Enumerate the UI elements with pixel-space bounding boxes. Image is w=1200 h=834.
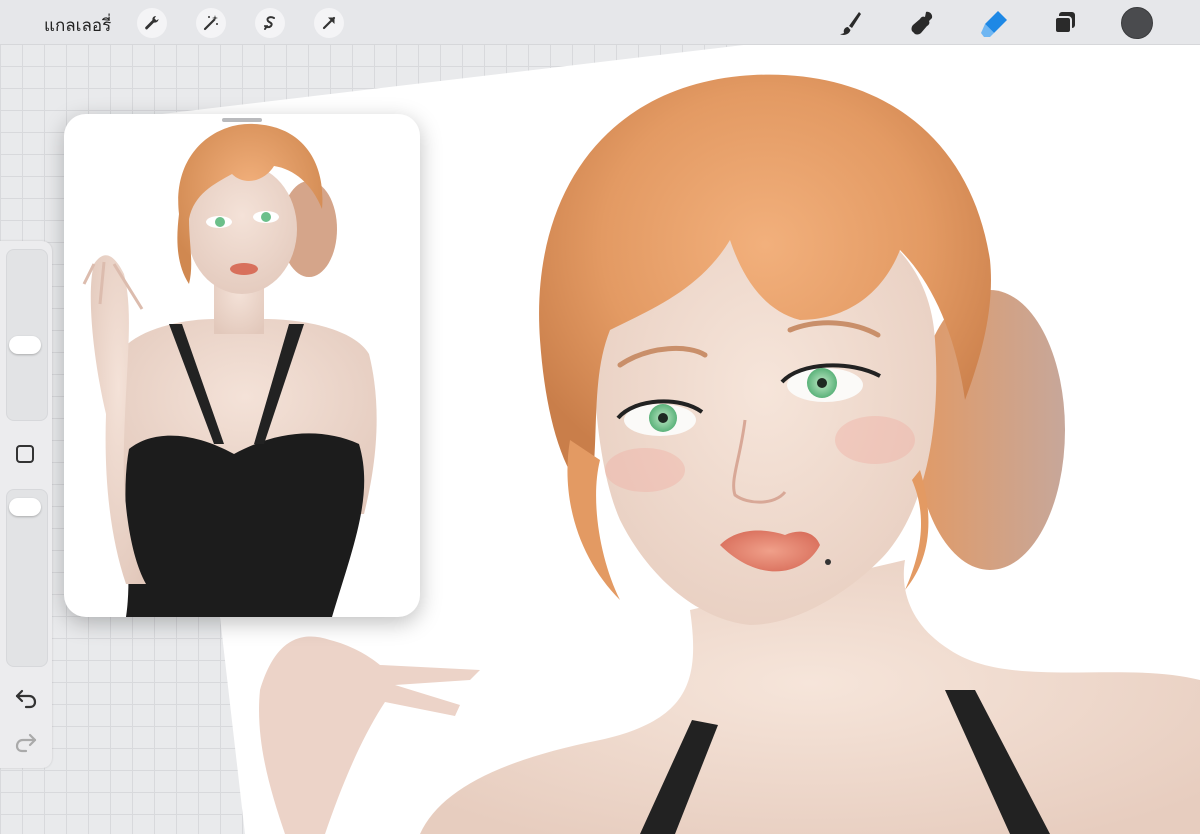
hair-bun <box>915 290 1065 570</box>
smudge-tool[interactable] <box>906 6 940 40</box>
cheek-blush-right <box>835 416 915 464</box>
reference-window[interactable] <box>64 114 420 617</box>
redo-icon[interactable] <box>14 731 38 753</box>
modify-square-icon[interactable] <box>16 445 34 463</box>
eraser-icon <box>981 11 1007 37</box>
layers-button[interactable] <box>1048 6 1082 40</box>
wrench-icon <box>145 16 159 30</box>
top-toolbar: แกลเลอรี่ <box>0 0 1200 45</box>
brush-size-slider[interactable] <box>6 249 48 421</box>
selection-icon <box>264 16 275 30</box>
eraser-tool[interactable] <box>978 6 1012 40</box>
brush-icon <box>840 12 861 35</box>
brush-tool[interactable] <box>834 6 868 40</box>
brush-size-knob[interactable] <box>9 336 41 354</box>
left-pupil <box>658 413 668 423</box>
brush-opacity-knob[interactable] <box>9 498 41 516</box>
smudge-icon <box>911 11 933 35</box>
color-picker-button[interactable] <box>1121 7 1153 39</box>
reference-drag-handle[interactable] <box>222 118 262 122</box>
brush-opacity-slider[interactable] <box>6 489 48 667</box>
reference-illustration <box>82 123 377 617</box>
selection-button[interactable] <box>255 8 285 38</box>
actions-button[interactable] <box>137 8 167 38</box>
beauty-mark <box>825 559 831 565</box>
gallery-button[interactable]: แกลเลอรี่ <box>44 12 111 39</box>
layers-icon <box>1054 12 1075 34</box>
transform-arrow-icon <box>322 16 336 30</box>
reference-dress <box>125 433 365 617</box>
left-sidebar <box>0 241 52 768</box>
cheek-blush-left <box>605 448 685 492</box>
undo-icon[interactable] <box>14 687 38 709</box>
magic-wand-icon <box>203 15 218 31</box>
transform-button[interactable] <box>314 8 344 38</box>
adjustments-button[interactable] <box>196 8 226 38</box>
right-pupil <box>817 378 827 388</box>
